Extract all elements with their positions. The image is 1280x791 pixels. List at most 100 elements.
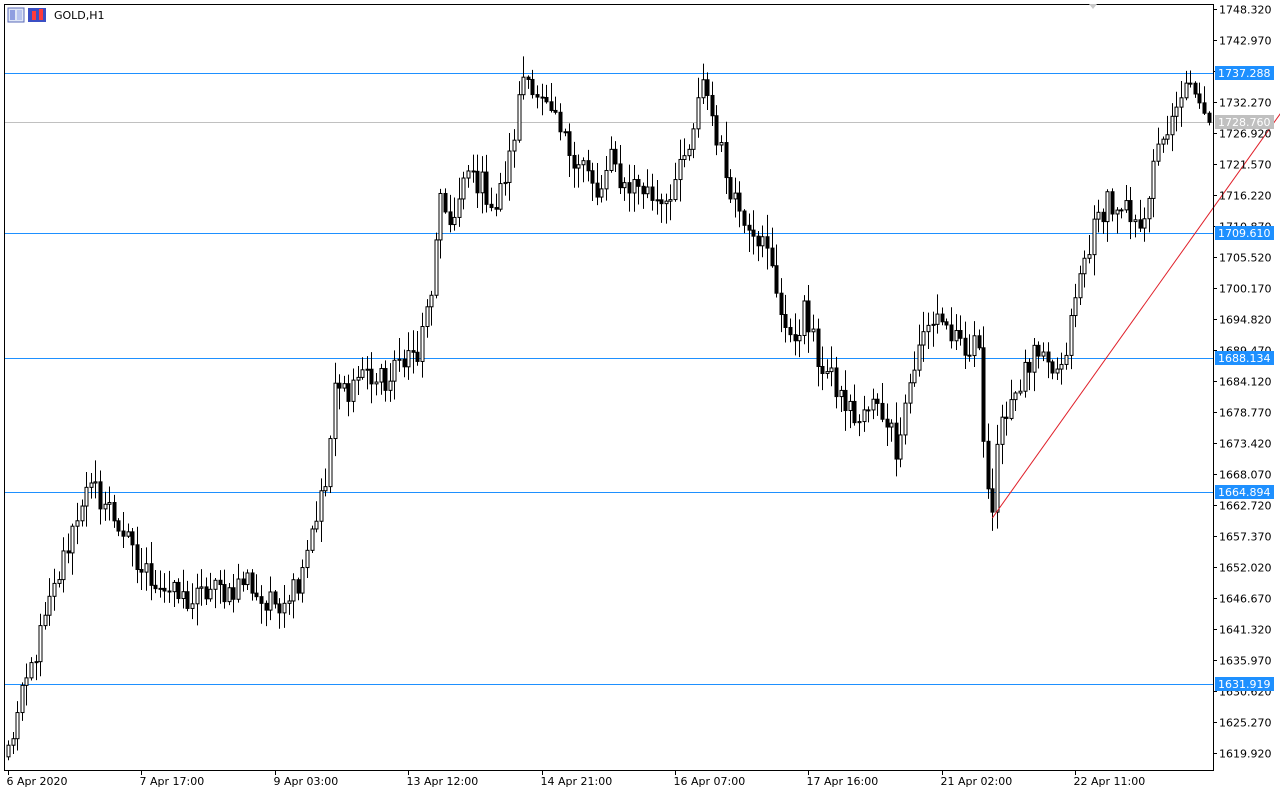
candle-body	[139, 568, 144, 573]
candle-body	[144, 563, 149, 573]
candle-body	[1179, 97, 1184, 108]
candle-body	[1197, 93, 1202, 104]
candle-body	[1027, 361, 1032, 373]
candle-body	[107, 502, 112, 505]
candle-body	[866, 409, 871, 412]
candle-body	[236, 578, 241, 600]
candle-body	[728, 177, 733, 200]
candle-body	[691, 128, 696, 150]
candle-body	[1174, 106, 1179, 117]
price-tick-label: 1668.070	[1219, 469, 1272, 482]
candle-body	[52, 582, 57, 597]
candle-body	[420, 326, 425, 362]
candle-body	[415, 351, 420, 362]
window-icon[interactable]	[7, 7, 25, 23]
candle-body	[1009, 399, 1014, 419]
candle-body	[816, 328, 821, 367]
chart-type-icon[interactable]	[28, 8, 46, 22]
candle-body	[287, 600, 292, 604]
candle-body	[1096, 211, 1101, 220]
candle-body	[774, 265, 779, 294]
candle-body	[521, 76, 526, 96]
candle-body	[1059, 363, 1064, 370]
candle-body	[558, 111, 563, 133]
candle-body	[862, 409, 867, 423]
candle-body	[958, 330, 963, 339]
price-tick-label: 1742.970	[1219, 35, 1272, 48]
candle-body	[1202, 102, 1207, 114]
time-tick-label: 13 Apr 12:00	[407, 775, 479, 788]
candle-body	[1188, 82, 1193, 85]
candle-body	[250, 572, 255, 594]
candle-body	[47, 595, 52, 616]
candle-body	[843, 389, 848, 412]
candle-body	[963, 337, 968, 356]
candle-body	[912, 369, 917, 384]
candle-body	[696, 97, 701, 130]
candle-body	[1036, 344, 1041, 357]
candle-body	[990, 488, 995, 513]
candle-body	[89, 482, 94, 488]
candle-body	[576, 164, 581, 169]
price-tick-label: 1652.020	[1219, 562, 1272, 575]
candle-body	[291, 579, 296, 602]
candle-body	[1087, 254, 1092, 259]
candle-body	[852, 400, 857, 424]
candle-body	[471, 170, 476, 173]
candle-body	[402, 358, 407, 368]
candle-body	[940, 313, 945, 323]
candle-body	[388, 380, 393, 391]
time-tick-label: 17 Apr 16:00	[807, 775, 879, 788]
candle-body	[595, 182, 600, 198]
candle-body	[747, 224, 752, 231]
candle-body	[305, 549, 310, 569]
candle-body	[126, 531, 131, 537]
candle-body	[820, 365, 825, 375]
candle-body	[383, 368, 388, 391]
candle-body	[995, 443, 1000, 513]
candle-body	[1184, 82, 1189, 99]
candle-body	[254, 592, 259, 598]
candle-body	[75, 520, 80, 527]
candle-body	[323, 486, 328, 492]
candle-body	[411, 350, 416, 353]
candle-body	[751, 229, 756, 237]
symbol-label: GOLD,H1	[54, 9, 105, 22]
candle-body	[346, 383, 351, 402]
candle-body	[586, 160, 591, 172]
candle-body	[889, 422, 894, 428]
price-tick-label: 1705.520	[1219, 252, 1272, 265]
candle-body	[222, 584, 227, 603]
price-level-tag-label: 1688.134	[1218, 352, 1271, 365]
price-tick-label: 1678.770	[1219, 407, 1272, 420]
candle-body	[710, 94, 715, 117]
candle-body	[931, 323, 936, 326]
candle-body	[365, 368, 370, 371]
candle-body	[1193, 82, 1198, 95]
candle-body	[172, 581, 177, 593]
time-tick-label: 22 Apr 11:00	[1074, 775, 1146, 788]
candle-body	[448, 211, 453, 226]
candle-body	[259, 596, 264, 604]
candle-body	[204, 586, 209, 600]
candle-body	[103, 503, 108, 510]
candle-body	[641, 185, 646, 195]
candle-body	[277, 603, 282, 614]
candle-body	[967, 354, 972, 357]
candle-body	[590, 170, 595, 184]
candle-body	[1082, 257, 1087, 275]
candle-body	[1064, 354, 1069, 365]
candle-body	[245, 572, 250, 586]
time-tick-label: 21 Apr 02:00	[941, 775, 1013, 788]
candle-body	[213, 579, 218, 590]
candle-body	[434, 239, 439, 296]
candle-body	[337, 382, 342, 389]
time-tick-label: 7 Apr 17:00	[140, 775, 205, 788]
candle-body	[457, 198, 462, 218]
candle-body	[604, 169, 609, 190]
candle-body	[760, 236, 765, 247]
candle-body	[498, 183, 503, 210]
candle-body	[406, 350, 411, 368]
candle-body	[503, 181, 508, 185]
candle-body	[622, 182, 627, 189]
